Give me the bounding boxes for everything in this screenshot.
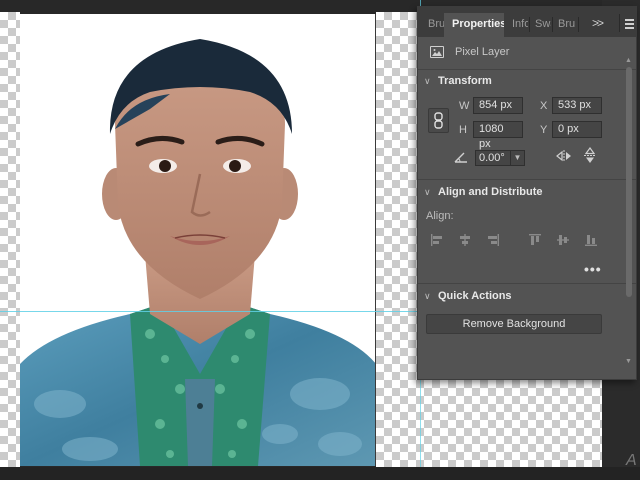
align-vertical-center-icon[interactable] <box>556 233 570 247</box>
corner-glyph: A <box>626 452 637 469</box>
rotation-angle-value: 0.00° <box>479 152 505 164</box>
tab-brush-settings[interactable]: Bru <box>552 13 576 37</box>
rotation-angle-dropdown[interactable]: 0.00° ▼ <box>475 150 525 166</box>
properties-panel: Bru Properties Info Swa Bru >> Pixel Lay… <box>417 6 637 380</box>
chevron-down-icon: ▼ <box>510 151 524 165</box>
tab-brushes[interactable]: Bru <box>422 13 444 37</box>
align-bottom-icon[interactable] <box>584 233 598 247</box>
align-top-icon[interactable] <box>528 233 542 247</box>
layer-kind-label: Pixel Layer <box>455 46 510 58</box>
align-right-icon[interactable] <box>486 233 500 247</box>
flip-horizontal-icon[interactable] <box>556 149 572 163</box>
section-divider <box>418 283 636 284</box>
width-field[interactable]: 854 px <box>473 97 523 114</box>
x-label: X <box>540 100 548 112</box>
remove-background-button[interactable]: Remove Background <box>426 314 602 334</box>
panel-tab-bar: Bru Properties Info Swa Bru >> <box>418 7 636 37</box>
chevron-down-icon: ∨ <box>424 187 431 197</box>
align-left-icon[interactable] <box>430 233 444 247</box>
chevron-down-icon: ∨ <box>424 291 431 301</box>
tab-properties[interactable]: Properties <box>444 13 504 37</box>
scroll-down-icon[interactable]: ▼ <box>625 358 632 365</box>
section-divider <box>418 179 636 180</box>
transform-section-header[interactable]: ∨ Transform <box>424 75 492 91</box>
quick-actions-section-header[interactable]: ∨ Quick Actions <box>424 290 512 306</box>
tab-divider <box>578 17 579 32</box>
tab-overflow-icon[interactable]: >> <box>592 16 604 30</box>
chain-link-icon <box>434 112 443 129</box>
portrait-photo[interactable] <box>20 14 376 466</box>
tab-swatches[interactable]: Swa <box>529 13 551 37</box>
pixel-layer-icon <box>430 46 444 58</box>
y-label: Y <box>540 124 548 136</box>
width-label: W <box>459 100 470 112</box>
more-options-icon[interactable]: ••• <box>584 261 602 277</box>
portrait-illustration <box>20 14 375 466</box>
section-divider <box>418 69 636 70</box>
height-label: H <box>459 124 467 136</box>
canvas-bottom-bar <box>0 467 640 480</box>
horizontal-guide[interactable] <box>0 311 420 312</box>
x-position-field[interactable]: 533 px <box>552 97 602 114</box>
align-title: Align and Distribute <box>438 186 543 198</box>
align-horizontal-center-icon[interactable] <box>458 233 472 247</box>
link-dimensions-button[interactable] <box>428 108 449 133</box>
angle-icon <box>454 152 467 163</box>
align-section-header[interactable]: ∨ Align and Distribute <box>424 186 543 202</box>
transform-title: Transform <box>438 75 492 87</box>
transparency-grid-left <box>0 12 20 467</box>
align-label: Align: <box>426 210 454 222</box>
chevron-down-icon: ∨ <box>424 76 431 86</box>
height-field[interactable]: 1080 px <box>473 121 523 150</box>
scroll-up-icon[interactable]: ▲ <box>625 57 632 64</box>
panel-menu-icon[interactable] <box>619 14 635 32</box>
flip-vertical-icon[interactable] <box>583 147 597 164</box>
quick-actions-title: Quick Actions <box>438 290 512 302</box>
scrollbar-thumb[interactable] <box>626 67 632 297</box>
panel-scrollbar[interactable]: ▲ ▼ <box>624 57 634 373</box>
y-position-field[interactable]: 0 px <box>552 121 602 138</box>
tab-info[interactable]: Info <box>506 13 528 37</box>
